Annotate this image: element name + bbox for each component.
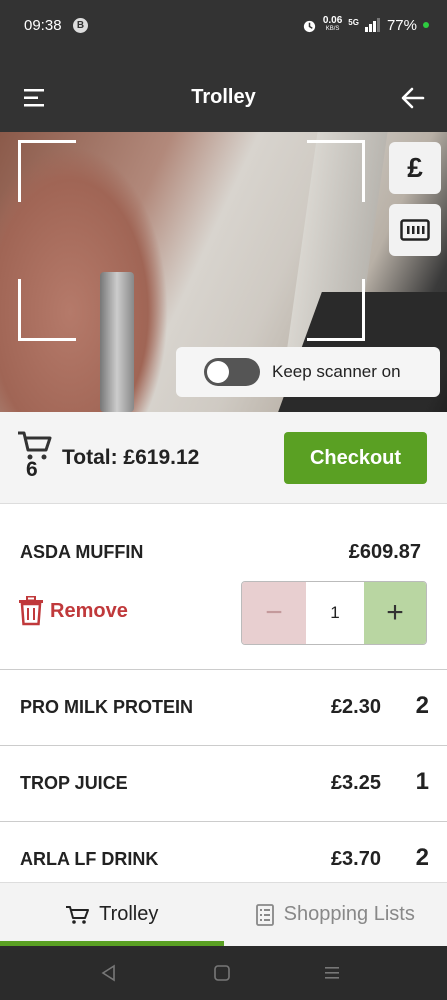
- tab-label: Trolley: [99, 903, 159, 925]
- network-type: 5G: [348, 18, 359, 27]
- list-item[interactable]: PRO MILK PROTEIN £2.30 2: [0, 670, 447, 746]
- signal-icon: [364, 18, 380, 32]
- remove-button[interactable]: Remove: [18, 596, 128, 626]
- list-item[interactable]: ASDA MUFFIN £609.87 Remove − 1 +: [0, 504, 447, 670]
- remove-label: Remove: [50, 599, 128, 622]
- network-speed-unit: KB/S: [325, 26, 340, 32]
- tab-trolley[interactable]: Trolley: [0, 883, 224, 946]
- toggle-switch[interactable]: [204, 358, 260, 386]
- item-price: £2.30: [330, 696, 381, 718]
- barcode-icon: [400, 219, 430, 241]
- list-item[interactable]: ARLA LF DRINK £3.70 2: [0, 822, 447, 882]
- scan-frame-corner: [18, 279, 76, 341]
- tab-label: Shopping Lists: [283, 903, 415, 925]
- list-icon: [255, 903, 274, 926]
- arrow-left-icon[interactable]: [401, 86, 425, 110]
- tab-shopping-lists[interactable]: Shopping Lists: [224, 883, 447, 946]
- keep-scanner-on-toggle[interactable]: Keep scanner on: [176, 347, 440, 397]
- increase-quantity-button[interactable]: +: [364, 582, 426, 644]
- trash-icon: [19, 596, 43, 626]
- status-bar: 09:38 B 0.06 KB/S 5G 77%: [0, 0, 447, 54]
- scan-frame-corner: [307, 140, 365, 202]
- item-name: ASDA MUFFIN: [20, 542, 144, 562]
- item-price: £609.87: [348, 541, 421, 563]
- item-name: TROP JUICE: [20, 773, 128, 793]
- app-bar: Trolley: [0, 54, 447, 132]
- currency-button[interactable]: £: [389, 142, 441, 194]
- quantity-value: 1: [306, 582, 364, 644]
- recents-lines-icon[interactable]: [323, 964, 341, 982]
- item-price: £3.25: [330, 772, 381, 794]
- quantity-stepper: − 1 +: [241, 581, 427, 645]
- page-title: Trolley: [191, 86, 256, 108]
- scan-frame-corner: [307, 279, 365, 341]
- item-name: ARLA LF DRINK: [20, 849, 159, 869]
- checkout-button[interactable]: Checkout: [284, 432, 427, 484]
- camera-object: [100, 272, 134, 412]
- status-time: 09:38: [24, 17, 62, 34]
- item-price: £3.70: [330, 848, 381, 870]
- network-speed: 0.06 KB/S: [323, 16, 342, 34]
- decrease-quantity-button[interactable]: −: [242, 582, 306, 644]
- home-square-icon[interactable]: [213, 964, 231, 982]
- list-item[interactable]: TROP JUICE £3.25 1: [0, 746, 447, 822]
- status-right: 0.06 KB/S 5G 77%: [302, 16, 429, 34]
- system-nav-bar: [0, 946, 447, 1000]
- item-quantity: 2: [415, 692, 429, 719]
- alarm-icon: [303, 20, 315, 32]
- notification-badge: B: [73, 18, 88, 33]
- cart-icon: [66, 905, 90, 924]
- item-quantity: 2: [415, 844, 429, 871]
- bottom-tab-bar: Trolley Shopping Lists: [0, 882, 447, 946]
- toggle-label: Keep scanner on: [272, 362, 401, 381]
- total-price: Total: £619.12: [62, 446, 200, 469]
- item-name: PRO MILK PROTEIN: [20, 697, 194, 717]
- battery-dot-icon: [423, 22, 429, 28]
- item-count: 6: [26, 458, 38, 481]
- barcode-entry-button[interactable]: [389, 204, 441, 256]
- scan-frame-corner: [18, 140, 76, 202]
- back-triangle-icon[interactable]: [100, 964, 118, 982]
- battery-level: 77%: [386, 16, 417, 34]
- trolley-item-list[interactable]: ASDA MUFFIN £609.87 Remove − 1 + PRO MIL…: [0, 504, 447, 882]
- trolley-summary: 6 Total: £619.12 Checkout: [0, 412, 447, 504]
- item-quantity: 1: [415, 768, 429, 795]
- toggle-knob: [207, 361, 229, 383]
